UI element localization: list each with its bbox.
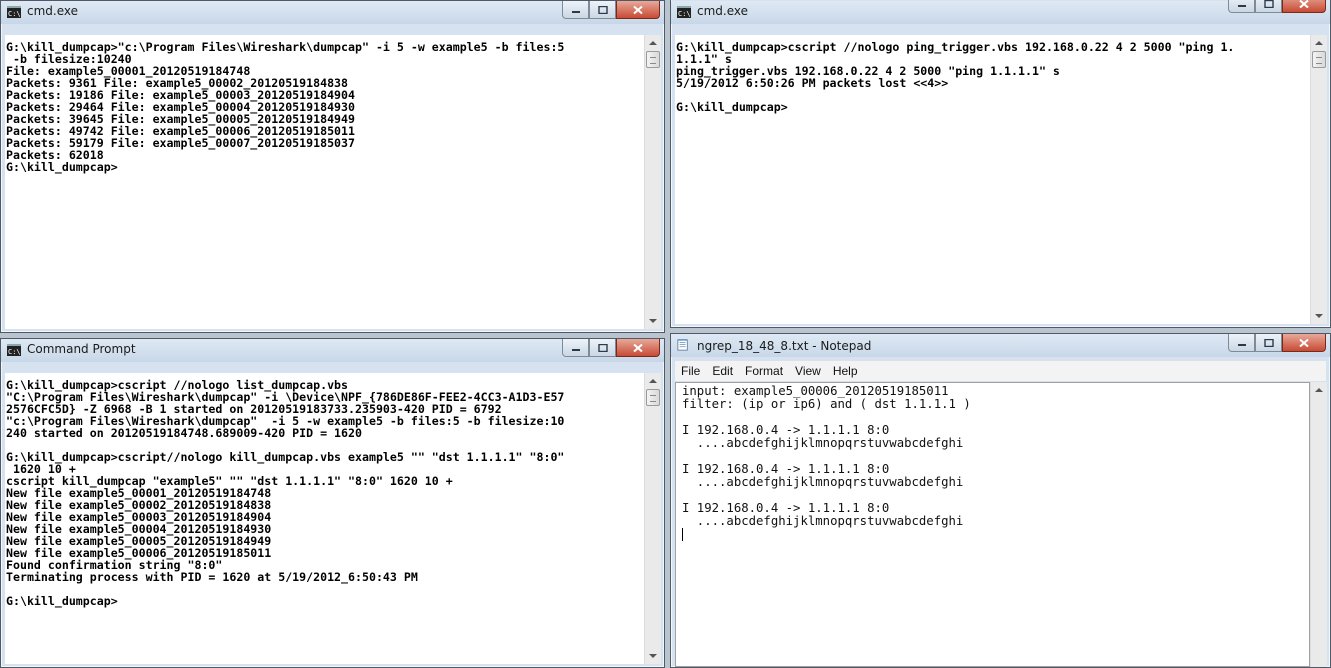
vertical-scrollbar[interactable] — [1310, 35, 1327, 324]
window-title: ngrep_18_48_8.txt - Notepad — [697, 339, 872, 353]
text-line: ....abcdefghijklmnopqrstuvwabcdefghi — [682, 514, 964, 528]
maximize-button[interactable] — [1255, 0, 1282, 13]
scroll-up-arrow-icon[interactable] — [645, 373, 661, 389]
maximize-button[interactable] — [1255, 334, 1282, 352]
minimize-icon — [571, 348, 580, 351]
svg-text:C:\: C:\ — [8, 10, 21, 18]
vertical-scrollbar[interactable] — [644, 373, 661, 664]
maximize-icon — [1263, 338, 1274, 347]
minimize-icon — [1237, 343, 1246, 346]
close-icon — [1299, 0, 1309, 8]
console-icon: C:\ — [7, 6, 21, 18]
menu-edit[interactable]: Edit — [712, 364, 733, 378]
console-line: 240 started on 20120519184748.689009-420… — [6, 426, 362, 440]
maximize-icon — [1263, 0, 1274, 8]
close-button[interactable] — [1282, 0, 1326, 13]
close-icon — [1299, 338, 1309, 347]
close-icon — [633, 343, 643, 352]
title-bar[interactable]: ngrep_18_48_8.txt - Notepad — [671, 334, 1330, 357]
menu-help[interactable]: Help — [833, 364, 858, 378]
cmd-window-top-right[interactable]: C:\ cmd.exe G:\kill_dumpcap>cscript //no… — [670, 0, 1331, 328]
menu-view[interactable]: View — [795, 364, 821, 378]
console-output[interactable]: G:\kill_dumpcap>cscript //nologo ping_tr… — [675, 35, 1310, 324]
text-caret — [682, 528, 683, 541]
text-line: filter: (ip or ip6) and ( dst 1.1.1.1 ) — [682, 397, 971, 411]
close-button[interactable] — [1282, 334, 1326, 352]
close-icon — [633, 5, 643, 14]
window-title: cmd.exe — [27, 4, 79, 18]
scroll-thumb[interactable] — [1312, 51, 1326, 68]
text-line: ....abcdefghijklmnopqrstuvwabcdefghi — [682, 475, 964, 489]
maximize-button[interactable] — [589, 1, 616, 19]
console-icon: C:\ — [7, 344, 21, 356]
scroll-up-arrow-icon[interactable] — [645, 35, 661, 51]
scroll-down-arrow-icon[interactable] — [645, 313, 661, 329]
window-title: cmd.exe — [697, 4, 749, 18]
notepad-text-area[interactable]: input: example5_00006_20120519185011 fil… — [675, 382, 1310, 667]
scroll-down-arrow-icon[interactable] — [645, 648, 661, 664]
maximize-icon — [597, 343, 608, 352]
console-line: G:\kill_dumpcap>cscript //nologo ping_tr… — [676, 40, 1235, 54]
text-line: ....abcdefghijklmnopqrstuvwabcdefghi — [682, 436, 964, 450]
minimize-icon — [571, 10, 580, 13]
notepad-icon — [677, 339, 688, 351]
menu-file[interactable]: File — [681, 364, 700, 378]
console-line: 5/19/2012 6:50:26 PM packets lost <<4>> — [676, 76, 949, 90]
minimize-icon — [1237, 4, 1246, 7]
title-bar[interactable]: C:\ cmd.exe — [1, 1, 664, 24]
scroll-down-arrow-icon[interactable] — [1311, 308, 1327, 324]
close-button[interactable] — [616, 1, 660, 19]
scroll-up-arrow-icon[interactable] — [1311, 35, 1327, 51]
minimize-button[interactable] — [562, 1, 589, 19]
vertical-scrollbar[interactable] — [644, 35, 661, 329]
window-title: Command Prompt — [27, 342, 136, 356]
close-button[interactable] — [616, 339, 660, 357]
svg-text:C:\: C:\ — [678, 10, 691, 18]
minimize-button[interactable] — [1228, 334, 1255, 352]
menu-format[interactable]: Format — [745, 364, 783, 378]
console-line: G:\kill_dumpcap> — [676, 100, 788, 114]
text-caret-line — [682, 528, 1309, 541]
console-line: G:\kill_dumpcap> — [6, 160, 118, 174]
maximize-button[interactable] — [589, 339, 616, 357]
vertical-scrollbar[interactable] — [1310, 382, 1327, 667]
maximize-icon — [597, 5, 608, 14]
console-line: G:\kill_dumpcap> — [6, 594, 118, 608]
menu-bar: File Edit Format View Help — [675, 361, 1326, 381]
scroll-thumb[interactable] — [646, 389, 660, 406]
title-bar[interactable]: C:\ Command Prompt — [1, 339, 664, 362]
scroll-thumb[interactable] — [646, 51, 660, 68]
console-line: G:\kill_dumpcap>cscript//nologo kill_dum… — [6, 450, 565, 464]
console-line: Terminating process with PID = 1620 at 5… — [6, 570, 418, 584]
minimize-button[interactable] — [1228, 0, 1255, 13]
minimize-button[interactable] — [562, 339, 589, 357]
console-icon: C:\ — [677, 6, 691, 18]
console-output[interactable]: G:\kill_dumpcap>"c:\Program Files\Wiresh… — [5, 35, 644, 329]
cmd-window-top-left[interactable]: C:\ cmd.exe G:\kill_dumpcap>"c:\Program … — [0, 0, 665, 333]
notepad-window[interactable]: ngrep_18_48_8.txt - Notepad File Edit Fo… — [670, 333, 1331, 668]
console-output[interactable]: G:\kill_dumpcap>cscript //nologo list_du… — [5, 373, 644, 664]
title-bar[interactable]: C:\ cmd.exe — [671, 0, 1330, 24]
scroll-up-arrow-icon[interactable] — [1311, 382, 1327, 398]
command-prompt-window[interactable]: C:\ Command Prompt G:\kill_dumpcap>cscri… — [0, 338, 665, 668]
svg-text:C:\: C:\ — [8, 348, 21, 356]
